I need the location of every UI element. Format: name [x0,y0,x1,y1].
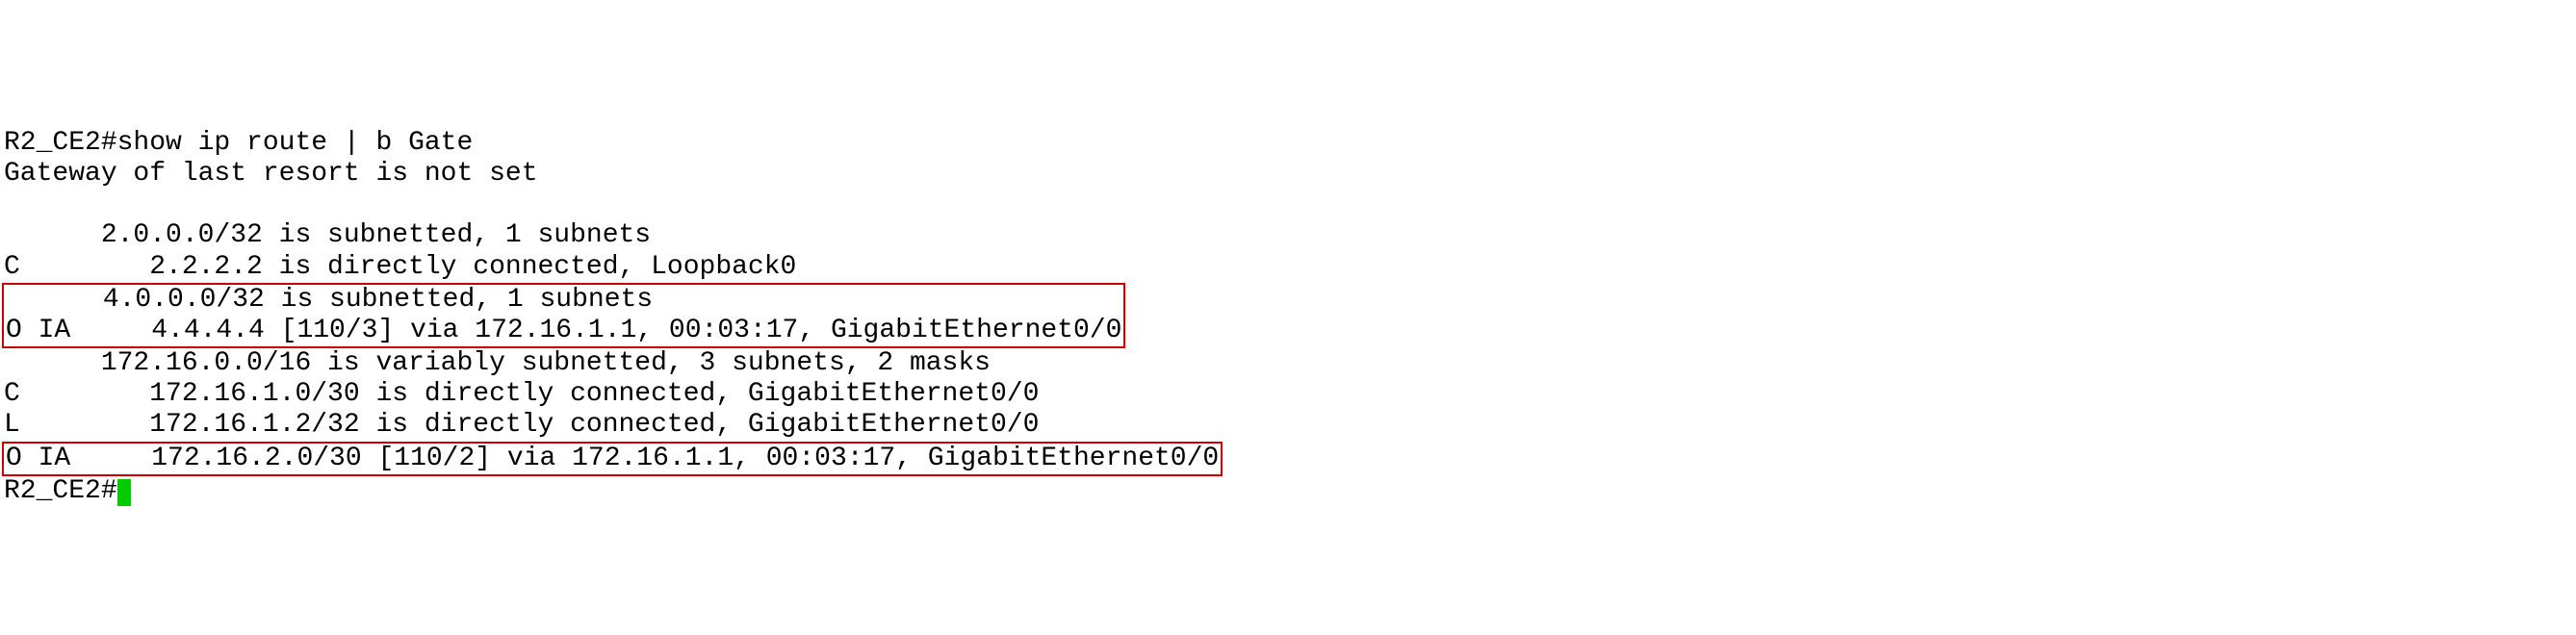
highlighted-route-block-2: O IA 172.16.2.0/30 [110/2] via 172.16.1.… [2,442,1223,476]
gateway-line: Gateway of last resort is not set [4,159,2572,190]
route-entry-2: O IA 4.4.4.4 [110/3] via 172.16.1.1, 00:… [6,316,1121,345]
terminal-cursor[interactable] [117,479,131,506]
route-entry-3: C 172.16.1.0/30 is directly connected, G… [4,379,2572,410]
prompt-line: R2_CE2#show ip route | b Gate [4,128,2572,159]
end-prompt: R2_CE2# [4,476,117,506]
route-entry-1: C 2.2.2.2 is directly connected, Loopbac… [4,252,2572,283]
route-entry-5: O IA 172.16.2.0/30 [110/2] via 172.16.1.… [6,444,1219,473]
highlighted-route-block-1: 4.0.0.0/32 is subnetted, 1 subnetsO IA 4… [2,283,1125,348]
route-header-1: 2.0.0.0/32 is subnetted, 1 subnets [4,220,2572,251]
route-header-2: 4.0.0.0/32 is subnetted, 1 subnets [6,285,1121,316]
route-entry-4: L 172.16.1.2/32 is directly connected, G… [4,410,2572,441]
route-header-3: 172.16.0.0/16 is variably subnetted, 3 s… [4,348,2572,379]
